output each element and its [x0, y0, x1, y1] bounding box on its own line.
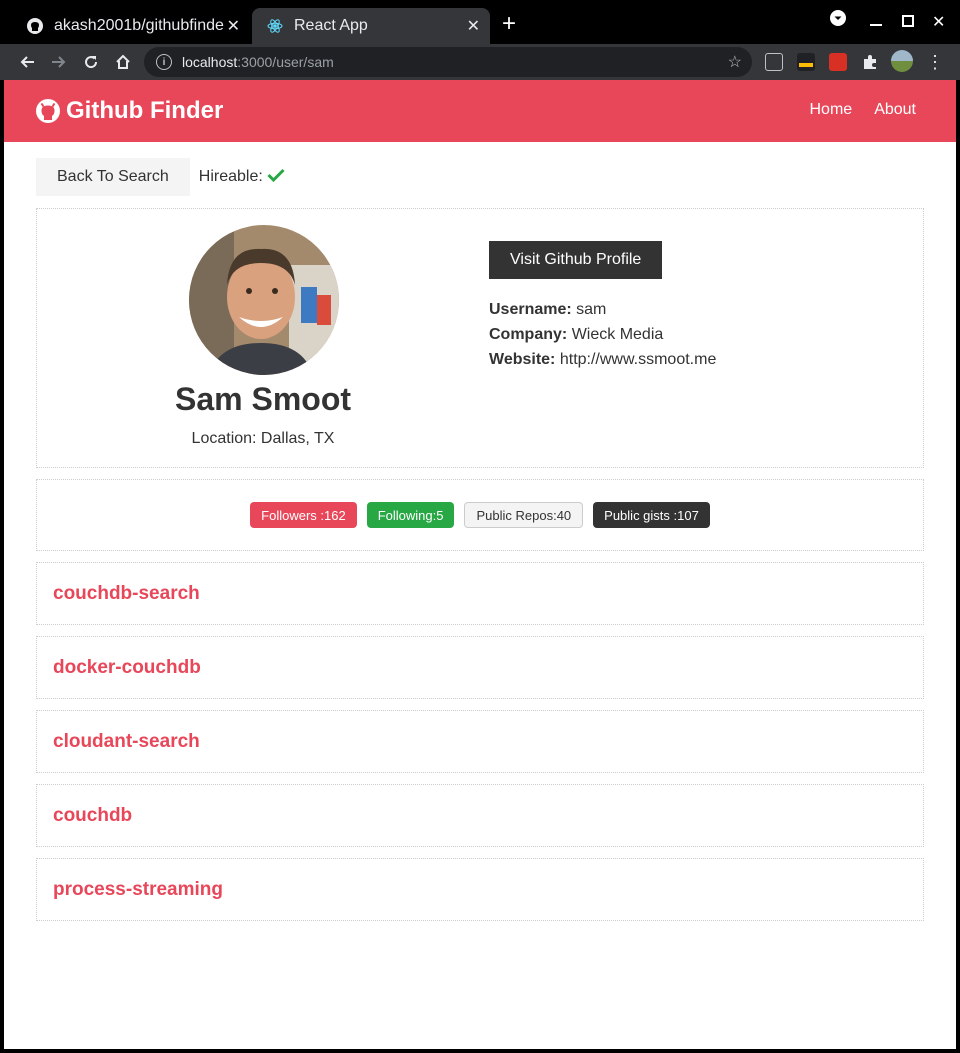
repo-item: couchdb: [36, 784, 924, 847]
brand-title: Github Finder: [66, 97, 224, 124]
forward-arrow-icon[interactable]: [48, 51, 70, 73]
browser-toolbar: i localhost:3000/user/sam ☆ ⋮: [0, 44, 960, 80]
extension-icon[interactable]: [797, 53, 815, 71]
repo-item: docker-couchdb: [36, 636, 924, 699]
extension-icon[interactable]: [765, 53, 783, 71]
top-actions: Back To Search Hireable:: [36, 158, 924, 196]
repo-link[interactable]: couchdb: [53, 805, 132, 827]
repo-item: cloudant-search: [36, 710, 924, 773]
extension-icon[interactable]: [829, 53, 847, 71]
kebab-menu-icon[interactable]: ⋮: [924, 51, 946, 73]
username-value: sam: [576, 301, 607, 318]
home-icon[interactable]: [112, 51, 134, 73]
nav-links: Home About: [810, 101, 917, 119]
hireable-status: Hireable:: [199, 168, 285, 187]
avatar[interactable]: [891, 50, 913, 72]
hireable-label: Hireable:: [198, 168, 263, 185]
avatar: [189, 225, 339, 375]
minimize-icon[interactable]: [870, 14, 882, 32]
main-container: Back To Search Hireable: Sam Smoot Locat…: [36, 158, 924, 921]
repo-link[interactable]: process-streaming: [53, 879, 223, 901]
nav-link-home[interactable]: Home: [810, 101, 853, 119]
user-details: Username: sam Company: Wieck Media Websi…: [489, 297, 716, 372]
repo-link[interactable]: cloudant-search: [53, 731, 200, 753]
public-repos-badge: Public Repos:40: [464, 502, 584, 528]
username-row: Username: sam: [489, 301, 607, 318]
followers-badge: Followers :162: [250, 502, 357, 528]
repo-item: couchdb-search: [36, 562, 924, 625]
repo-link[interactable]: docker-couchdb: [53, 657, 201, 679]
url-text: localhost:3000/user/sam: [182, 54, 334, 70]
maximize-icon[interactable]: [902, 14, 914, 32]
site-info-icon[interactable]: i: [156, 54, 172, 70]
brand[interactable]: Github Finder: [36, 97, 223, 125]
tab-bar: akash2001b/githubfinde ✕ React App ✕ + ✕: [0, 0, 960, 44]
close-tab-icon[interactable]: ✕: [467, 16, 480, 36]
tab-title: React App: [294, 17, 368, 34]
puzzle-extensions-icon[interactable]: [861, 53, 879, 71]
profile-card: Sam Smoot Location: Dallas, TX Visit Git…: [36, 208, 924, 468]
company-value: Wieck Media: [571, 326, 664, 343]
repo-item: process-streaming: [36, 858, 924, 921]
reload-icon[interactable]: [80, 51, 102, 73]
back-arrow-icon[interactable]: [16, 51, 38, 73]
github-icon: [26, 17, 44, 35]
stats-card: Followers :162 Following:5 Public Repos:…: [36, 479, 924, 551]
check-icon: [267, 168, 285, 187]
browser-window: akash2001b/githubfinde ✕ React App ✕ + ✕: [0, 0, 960, 1053]
user-name: Sam Smoot: [174, 381, 352, 417]
back-to-search-button[interactable]: Back To Search: [36, 158, 190, 196]
close-window-icon[interactable]: ✕: [932, 12, 945, 32]
new-tab-icon[interactable]: +: [502, 12, 516, 36]
react-icon: [266, 17, 284, 35]
bookmark-star-icon[interactable]: ☆: [728, 52, 742, 72]
following-badge: Following:5: [366, 502, 455, 528]
nav-link-about[interactable]: About: [874, 101, 916, 119]
close-tab-icon[interactable]: ✕: [227, 16, 240, 36]
website-row: Website: http://www.ssmoot.me: [489, 351, 717, 368]
tab-github[interactable]: akash2001b/githubfinde ✕: [12, 8, 250, 44]
visit-github-profile-button[interactable]: Visit Github Profile: [489, 241, 663, 279]
profile-menu-icon[interactable]: [830, 10, 846, 31]
user-location: Location: Dallas, TX: [191, 430, 335, 447]
public-gists-badge: Public gists :107: [593, 502, 710, 528]
tab-react-app[interactable]: React App ✕: [252, 8, 490, 44]
app-navbar: Github Finder Home About: [4, 80, 956, 142]
repo-link[interactable]: couchdb-search: [53, 583, 200, 605]
website-value[interactable]: http://www.ssmoot.me: [560, 351, 717, 368]
address-bar[interactable]: i localhost:3000/user/sam ☆: [144, 47, 752, 77]
github-icon: [36, 99, 60, 123]
page-viewport: Github Finder Home About Back To Search …: [4, 80, 956, 1049]
tab-title: akash2001b/githubfinde: [54, 17, 224, 34]
company-row: Company: Wieck Media: [489, 326, 664, 343]
